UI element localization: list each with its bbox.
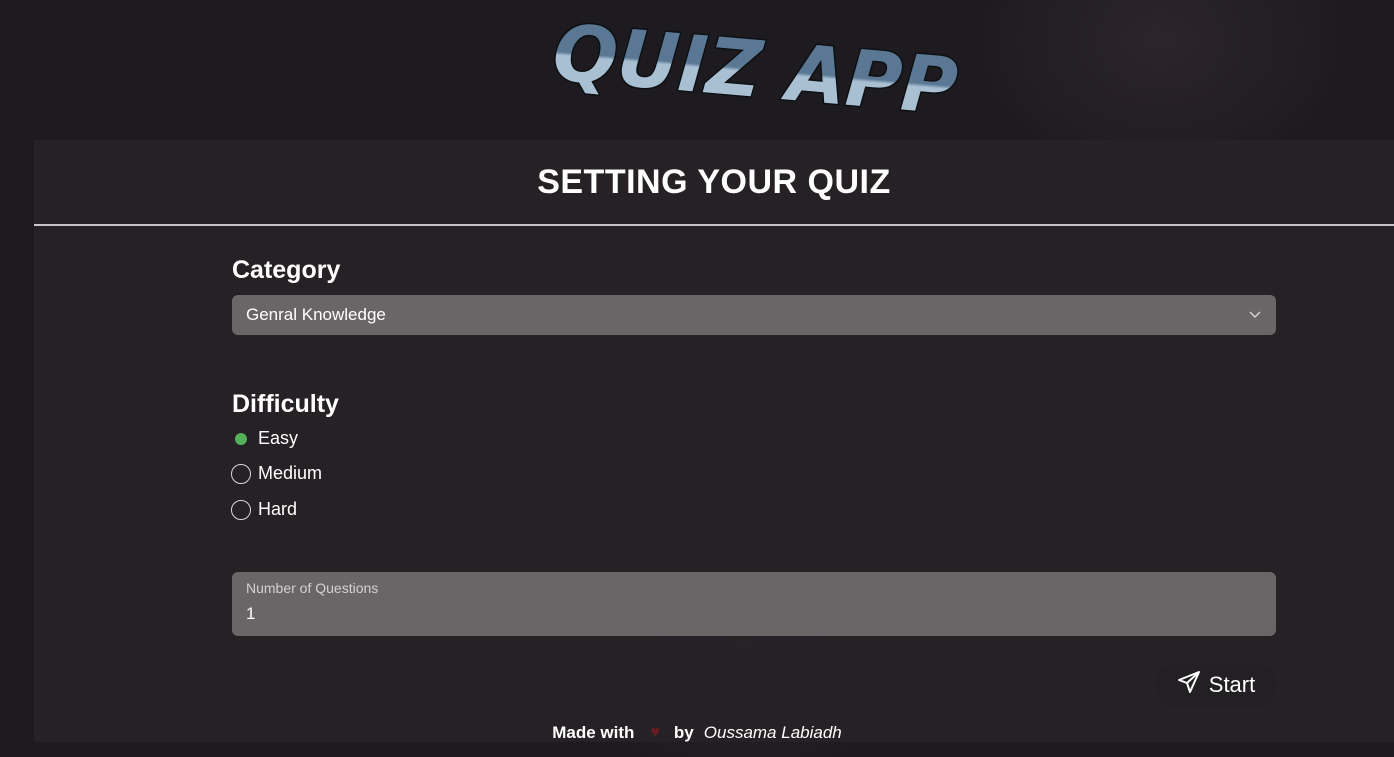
footer-author: Oussama Labiadh [703,723,842,742]
footer-by: by [673,723,694,742]
difficulty-label: Difficulty [232,390,339,418]
number-of-questions-label: Number of Questions [246,580,379,596]
start-button[interactable]: Start [1156,663,1276,707]
send-icon [1177,670,1201,700]
radio-unchecked-icon[interactable] [231,463,251,484]
number-of-questions-input[interactable] [246,604,546,624]
start-button-label: Start [1208,672,1256,697]
app-title: QUIZ APP [550,8,961,133]
category-label: Category [232,256,341,284]
difficulty-option-hard[interactable]: Hard [231,499,297,520]
chevron-down-icon [1248,308,1262,322]
radio-unchecked-icon[interactable] [231,499,251,520]
difficulty-option-label: Easy [258,428,299,448]
category-selected-value: Genral Knowledge [246,305,386,324]
number-of-questions-field[interactable]: Number of Questions [232,572,1276,636]
card-title: SETTING YOUR QUIZ [34,140,1394,226]
difficulty-option-label: Hard [258,499,298,519]
page: QUIZ APP SETTING YOUR QUIZ Category Genr… [0,0,1394,757]
app-logo: QUIZ APP [548,7,968,135]
difficulty-option-medium[interactable]: Medium [231,463,322,484]
heart-icon: ♥ [650,724,660,741]
difficulty-option-label: Medium [258,463,323,483]
footer: Made with ♥ by Oussama Labiadh [0,721,1394,745]
category-select[interactable]: Genral Knowledge [232,295,1276,335]
quiz-settings-card: SETTING YOUR QUIZ Category Genral Knowle… [34,140,1394,742]
radio-checked-icon[interactable] [231,429,251,449]
footer-made-with: Made with [552,723,635,742]
difficulty-option-easy[interactable]: Easy [231,428,298,449]
